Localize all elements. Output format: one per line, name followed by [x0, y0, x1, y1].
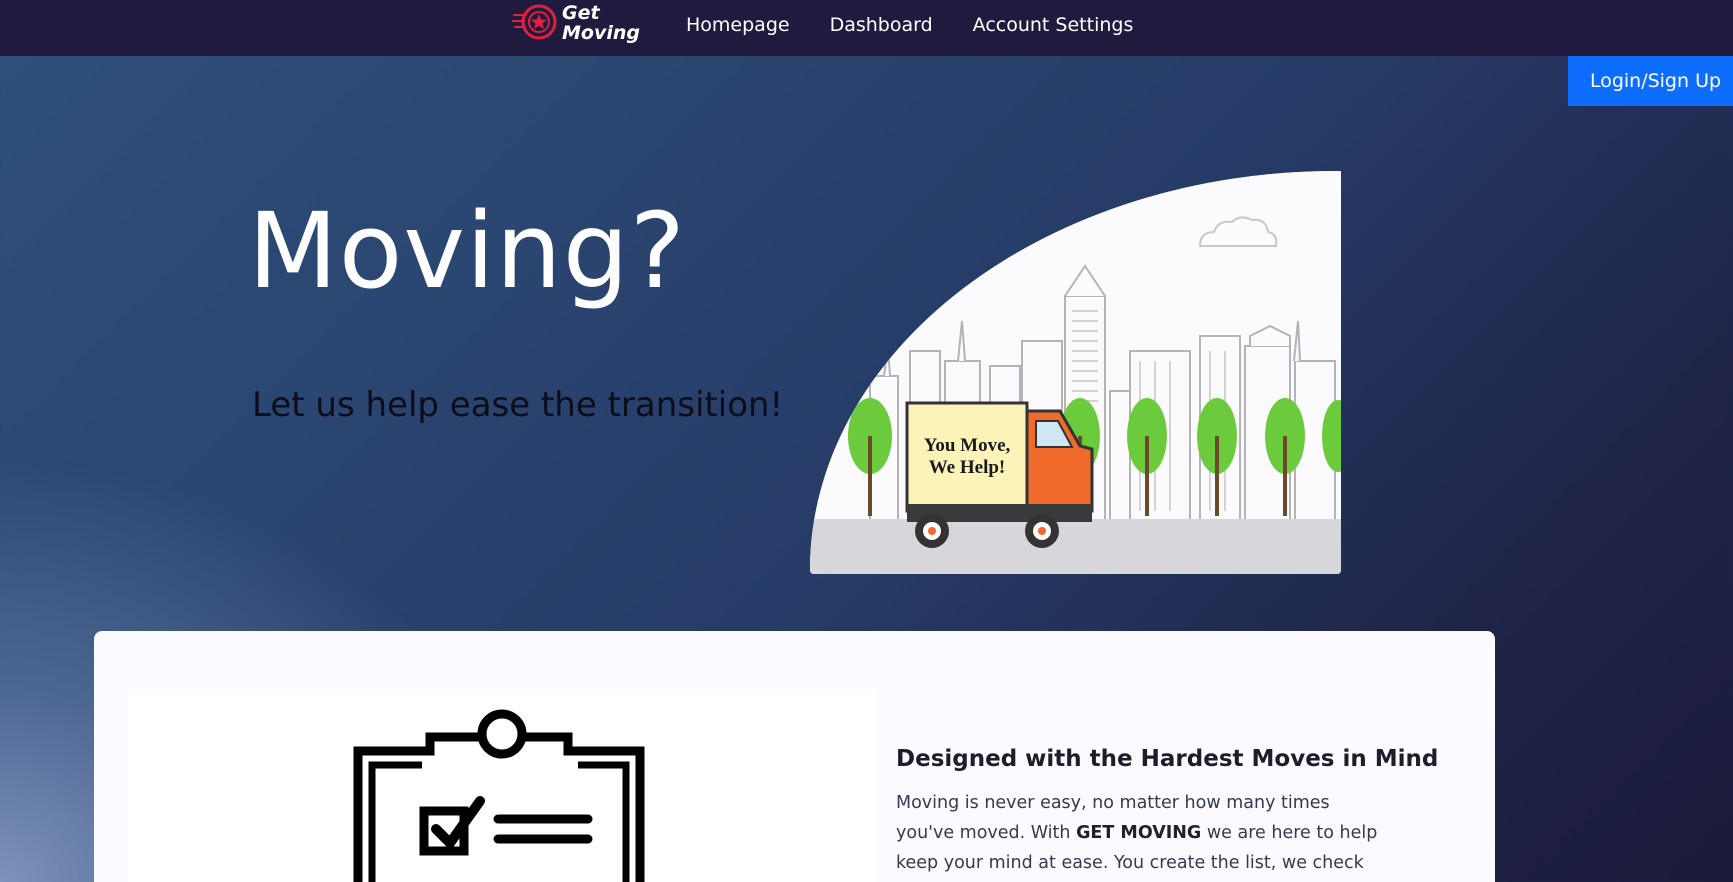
navbar: Get Moving Homepage Dashboard Account Se… — [0, 0, 1733, 56]
moving-truck-illustration: You Move, We Help! — [810, 171, 1341, 574]
truck-sign-line1: You Move, — [924, 435, 1011, 456]
login-signup-button[interactable]: Login/Sign Up — [1568, 56, 1733, 106]
clipboard-checklist-icon — [353, 709, 645, 882]
nav-link-dashboard[interactable]: Dashboard — [830, 14, 933, 36]
hero-title: Moving? — [248, 190, 686, 312]
feature-title: Designed with the Hardest Moves in Mind — [896, 746, 1439, 772]
brand-logo[interactable]: Get Moving — [511, 0, 640, 46]
feature-text-brand: GET MOVING — [1076, 823, 1202, 843]
feature-card: Designed with the Hardest Moves in Mind … — [94, 631, 1495, 882]
brand-name-line1: Get — [562, 2, 600, 24]
nav-link-account-settings[interactable]: Account Settings — [973, 14, 1134, 36]
nav-links: Homepage Dashboard Account Settings — [686, 0, 1133, 50]
feature-image — [128, 689, 876, 882]
brand-name-line2: Moving — [562, 22, 640, 44]
feature-description: Moving is never easy, no matter how many… — [896, 788, 1386, 882]
nav-link-homepage[interactable]: Homepage — [686, 14, 790, 36]
truck-sign-line2: We Help! — [929, 457, 1006, 478]
hero-subtitle: Let us help ease the transition! — [252, 385, 784, 425]
wheel-icon — [511, 3, 558, 43]
brand-name: Get Moving — [562, 3, 640, 43]
